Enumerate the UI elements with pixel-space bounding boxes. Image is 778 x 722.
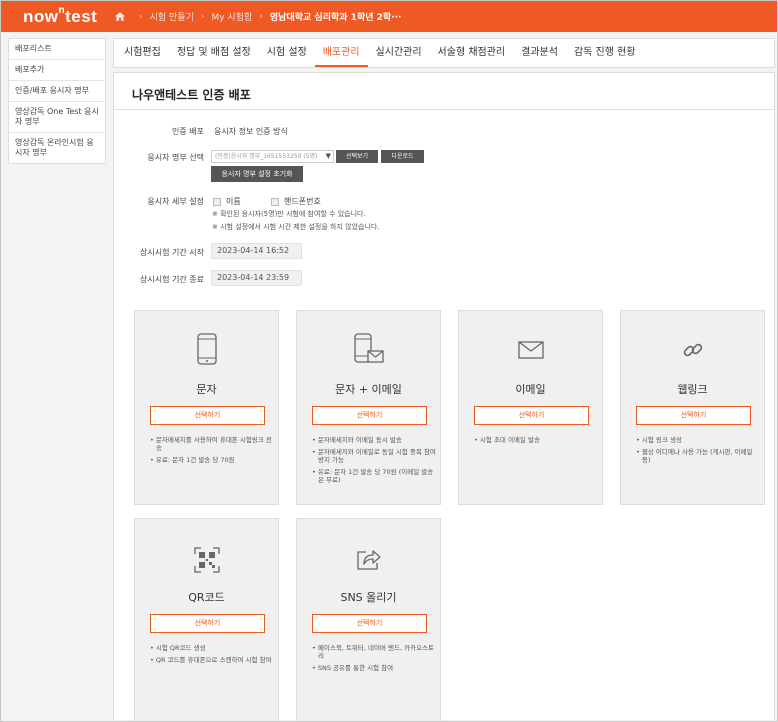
card-description: • 페이스북, 트위터, 네이버 밴드, 카카오스토리 • SNS 공유를 통한…: [312, 644, 437, 672]
select-weblink-button[interactable]: 선택하기: [636, 406, 751, 425]
breadcrumb: › 시험 만들기 › My 시험함 › 영남대학교 심리학과 1학년 2학···: [115, 10, 401, 23]
card-description: • 문자메세지를 사용하여 휴대폰 시험링크 전송 • 유료: 문자 1건 발송…: [150, 436, 275, 464]
select-qr-button[interactable]: 선택하기: [150, 614, 265, 633]
sidebar-item-video-online-roster[interactable]: 영상감독 온라인시험 응시자 명부: [9, 133, 105, 163]
sidebar-item-auth-roster[interactable]: 인증/배포 응시자 명부: [9, 81, 105, 102]
start-period-input[interactable]: 2023-04-14 16:52: [211, 243, 302, 259]
roster-label: 응시자 명부 선택: [147, 153, 204, 162]
tab-results[interactable]: 결과분석: [513, 39, 566, 67]
card-email: 이메일 선택하기 • 시험 초대 이메일 발송: [458, 310, 603, 505]
phone-checkbox[interactable]: 핸드폰번호: [271, 196, 321, 207]
view-selection-button[interactable]: 선택보기: [336, 150, 378, 163]
tab-bar: 시험편집 정답 및 배점 설정 시험 설정 배포관리 실시간관리 서술형 채점관…: [113, 38, 775, 68]
bullet-text: • 페이스북, 트위터, 네이버 밴드, 카카오스토리: [312, 644, 435, 660]
sidebar-item-video-onetest-roster[interactable]: 영상감독 One Test 응시자 명부: [9, 102, 105, 133]
link-icon: [683, 343, 702, 357]
home-icon[interactable]: [115, 12, 125, 21]
note-confirmed-examinees: ※ 확인된 응시자(5명)만 시험에 참여할 수 있습니다.: [212, 210, 366, 218]
select-email-button[interactable]: 선택하기: [474, 406, 589, 425]
bullet-text: • 문자메세지와 이메일로 동일 시험 중복 참여 방지 가능: [312, 448, 436, 464]
card-description: • 시험 초대 이메일 발송: [474, 436, 599, 444]
card-description: • 문자메세지와 이메일 동시 발송 • 문자메세지와 이메일로 동일 시험 중…: [312, 436, 437, 484]
bullet-text: • 유료: 문자 1건 발송 당 70원 (이메일 발송은 무료): [312, 468, 434, 484]
card-sms-email: 문자 + 이메일 선택하기 • 문자메세지와 이메일 동시 발송 • 문자메세지…: [296, 310, 441, 505]
divider: [114, 109, 774, 110]
tab-realtime[interactable]: 실시간관리: [368, 39, 430, 67]
sidebar-item-add-distribution[interactable]: 배포추가: [9, 60, 105, 81]
breadcrumb-current: 영남대학교 심리학과 1학년 2학···: [269, 13, 402, 23]
card-weblink: 웹링크 선택하기 • 시험 링크 생성 • 웹상 어디에나 사용 가능 (게시판…: [620, 310, 765, 505]
select-sns-button[interactable]: 선택하기: [312, 614, 427, 633]
tab-test-settings[interactable]: 시험 설정: [259, 39, 315, 67]
roster-select[interactable]: (인증)응시자 명부_1651553250 (5명) ▼: [211, 150, 334, 163]
tab-essay-grading[interactable]: 서술형 채점관리: [430, 39, 514, 67]
card-title: 문자 + 이메일: [335, 383, 402, 396]
card-title: 문자: [196, 383, 217, 396]
tab-distribution[interactable]: 배포관리: [314, 39, 368, 67]
card-qr: QR코드 선택하기 • 시험 QR코드 생성 • QR 코드를 휴대폰으로 스캔…: [134, 518, 279, 721]
roster-select-value: (인증)응시자 명부_1651553250 (5명): [215, 153, 318, 160]
name-checkbox-label: 이름: [226, 197, 241, 206]
bullet-text: • SNS 공유를 통한 시험 참여: [312, 664, 394, 672]
breadcrumb-separator: ›: [259, 11, 263, 22]
tab-answer-score[interactable]: 정답 및 배점 설정: [169, 39, 259, 67]
card-title: QR코드: [188, 591, 225, 604]
card-description: • 시험 링크 생성 • 웹상 어디에나 사용 가능 (게시판, 이메일 등): [636, 436, 761, 464]
bullet-text: • QR 코드를 휴대폰으로 스캔하여 시험 참여: [150, 656, 272, 664]
checkbox-box[interactable]: [213, 197, 221, 206]
reset-roster-button[interactable]: 응시자 명부 설정 초기화: [211, 166, 303, 182]
card-sms: 문자 선택하기 • 문자메세지를 사용하여 휴대폰 시험링크 전송 • 유료: …: [134, 310, 279, 505]
detail-label: 응시자 세부 설정: [147, 197, 204, 206]
note-time-limit: ※ 시험 설정에서 시험 시간 제한 설정을 하지 않았습니다.: [212, 223, 380, 231]
bullet-text: • 시험 QR코드 생성: [150, 644, 206, 652]
bullet-text: • 유료: 문자 1건 발송 당 70원: [150, 456, 235, 464]
end-period-input[interactable]: 2023-04-14 23:59: [211, 270, 302, 286]
download-button[interactable]: 다운로드: [381, 150, 424, 163]
logo[interactable]: nowntest: [23, 5, 115, 27]
select-sms-button[interactable]: 선택하기: [150, 406, 265, 425]
bullet-text: • 웹상 어디에나 사용 가능 (게시판, 이메일 등): [636, 448, 753, 464]
select-sms-email-button[interactable]: 선택하기: [312, 406, 427, 425]
breadcrumb-item[interactable]: My 시험함: [211, 10, 252, 23]
auth-label: 인증 배포: [172, 127, 204, 136]
envelope-icon: [517, 341, 544, 359]
auth-value: 응시자 정보 인증 방식: [214, 127, 288, 136]
breadcrumb-separator: ›: [200, 11, 205, 22]
start-period-label: 상시시험 기간 시작: [140, 248, 204, 257]
page-title: 나우앤테스트 인증 배포: [132, 88, 251, 102]
tab-test-edit[interactable]: 시험편집: [114, 39, 169, 67]
name-checkbox[interactable]: 이름: [213, 196, 241, 207]
bullet-text: • 문자메세지와 이메일 동시 발송: [312, 436, 402, 444]
end-period-label: 상시시험 기간 종료: [140, 275, 204, 284]
bullet-text: • 시험 초대 이메일 발송: [474, 436, 540, 444]
card-title: SNS 올리기: [340, 591, 397, 604]
card-title: 이메일: [515, 383, 546, 396]
top-header: nowntest › 시험 만들기 › My 시험함 › 영남대학교 심리학과 …: [1, 1, 777, 32]
chevron-down-icon: ▼: [325, 152, 331, 160]
card-description: • 시험 QR코드 생성 • QR 코드를 휴대폰으로 스캔하여 시험 참여: [150, 644, 275, 664]
breadcrumb-item[interactable]: 시험 만들기: [150, 10, 194, 23]
main-panel: 나우앤테스트 인증 배포 인증 배포 응시자 정보 인증 방식 응시자 명부 선…: [113, 72, 775, 721]
share-icon: [356, 550, 381, 570]
qr-code-icon: [193, 547, 220, 573]
checkbox-box[interactable]: [271, 197, 279, 206]
mobile-phone-icon: [196, 333, 217, 365]
tab-proctor-status[interactable]: 감독 진행 현황: [566, 39, 644, 67]
breadcrumb-separator: ›: [139, 11, 143, 22]
card-title: 웹링크: [677, 383, 708, 396]
phone-checkbox-label: 핸드폰번호: [284, 197, 321, 206]
phone-mail-icon: [353, 333, 384, 363]
bullet-text: • 시험 링크 생성: [636, 436, 682, 444]
sidebar: 배포리스트 배포추가 인증/배포 응시자 명부 영상감독 One Test 응시…: [8, 38, 106, 164]
bullet-text: • 문자메세지를 사용하여 휴대폰 시험링크 전송: [150, 436, 272, 452]
sidebar-item-distribution-list[interactable]: 배포리스트: [9, 39, 105, 60]
card-sns: SNS 올리기 선택하기 • 페이스북, 트위터, 네이버 밴드, 카카오스토리…: [296, 518, 441, 721]
